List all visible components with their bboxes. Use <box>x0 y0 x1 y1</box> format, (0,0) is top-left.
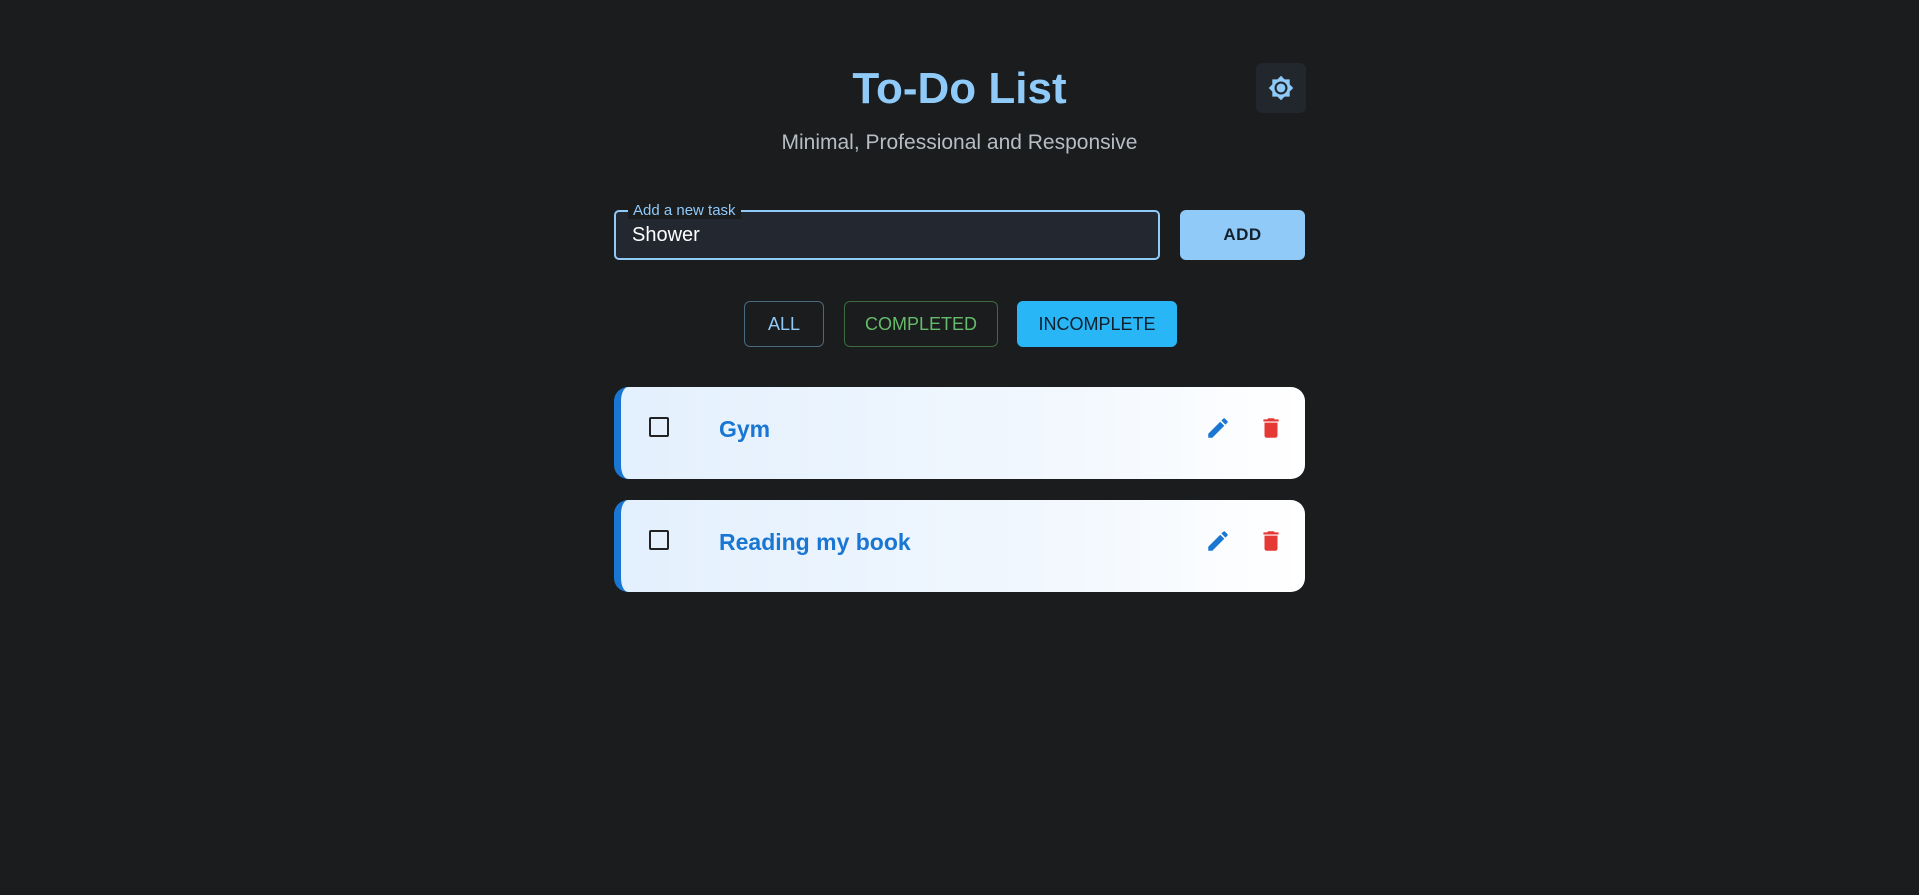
brightness-icon <box>1268 75 1294 101</box>
todo-app: To-Do List Minimal, Professional and Res… <box>614 0 1306 592</box>
delete-task-button[interactable] <box>1254 411 1288 445</box>
page-subtitle: Minimal, Professional and Responsive <box>781 131 1138 154</box>
task-input-field: Add a new task <box>614 203 1160 260</box>
task-text: Reading my book <box>719 529 911 555</box>
pencil-icon <box>1208 418 1228 438</box>
filter-incomplete-button[interactable]: INCOMPLETE <box>1017 301 1177 347</box>
edit-task-button[interactable] <box>1201 524 1235 558</box>
theme-toggle-button[interactable] <box>1256 63 1306 113</box>
filter-all-button[interactable]: ALL <box>744 301 824 347</box>
add-button[interactable]: ADD <box>1180 210 1305 260</box>
filter-group: ALL COMPLETED INCOMPLETE <box>614 301 1305 347</box>
task-item: Reading my book <box>614 500 1305 592</box>
delete-task-button[interactable] <box>1254 524 1288 558</box>
page-title: To-Do List <box>852 64 1067 113</box>
edit-task-button[interactable] <box>1201 411 1235 445</box>
header: To-Do List Minimal, Professional and Res… <box>614 0 1306 168</box>
trash-icon <box>1263 531 1279 551</box>
task-checkbox[interactable] <box>649 417 669 437</box>
pencil-icon <box>1208 531 1228 551</box>
task-text: Gym <box>719 416 771 442</box>
task-input[interactable] <box>632 212 1142 258</box>
task-item: Gym <box>614 387 1305 479</box>
filter-completed-button[interactable]: COMPLETED <box>844 301 998 347</box>
add-task-row: Add a new task ADD <box>614 203 1305 260</box>
task-checkbox[interactable] <box>649 530 669 550</box>
task-list: Gym Reading my book <box>614 387 1305 613</box>
trash-icon <box>1263 418 1279 438</box>
page: To-Do List Minimal, Professional and Res… <box>0 0 1919 895</box>
